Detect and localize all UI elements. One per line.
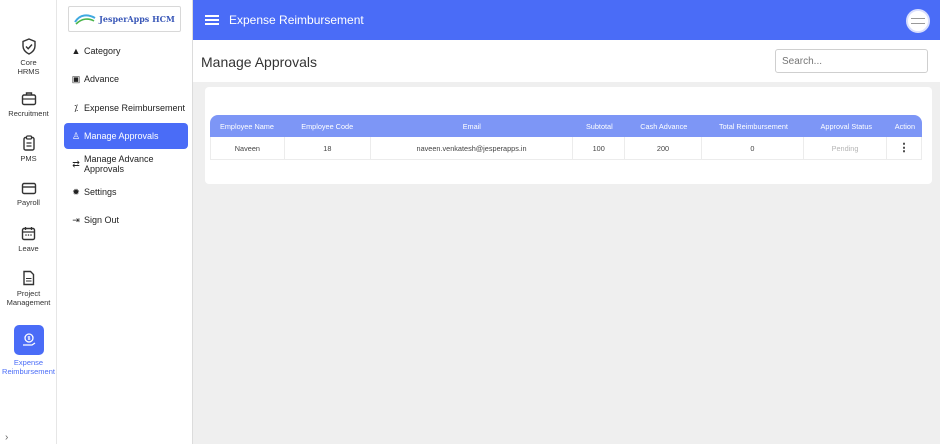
column-header: Cash Advance [640,121,688,131]
cell-email: naveen.venkatesh@jesperapps.in [371,137,574,159]
clipboard-icon [22,135,35,151]
table-header: Employee Name Employee Code Email Subtot… [210,115,922,137]
column-header: Email [462,121,481,131]
more-actions-icon[interactable]: ⋮ [898,143,909,154]
document-icon [23,270,35,286]
menu-item-category[interactable]: ▲ Category [64,39,188,63]
top-bar: Expense Reimbursement [193,0,940,40]
column-header: Employee Name [219,121,274,131]
menu-item-manage-approvals[interactable]: ♙ Manage Approvals [64,123,188,149]
table-row: Naveen 18 naveen.venkatesh@jesperapps.in… [210,137,922,160]
menu-item-label: Manage Approvals [84,131,159,141]
gear-icon: ✹ [72,186,80,197]
rail-item-expense-reimbursement[interactable]: Expense Reimbursement [0,325,57,376]
rail-item-project-management[interactable]: Project Management [0,270,57,307]
menu-item-label: Manage Advance Approvals [84,154,154,174]
calendar-icon [21,227,36,241]
rail-label: Expense Reimbursement [2,358,55,376]
wallet-icon: ▣ [71,73,81,84]
menu-item-sign-out[interactable]: ⇥ Sign Out [64,208,188,232]
expand-chevron-icon[interactable]: › [5,432,8,443]
column-header: Total Reimbursement [718,121,788,131]
column-header: Employee Code [301,121,354,131]
rail-label: Payroll [17,198,40,207]
approvals-table: Employee Name Employee Code Email Subtot… [210,115,922,160]
menu-item-label: Advance [84,74,120,84]
page-header: Manage Approvals [193,40,940,82]
menu-item-label: Settings [84,187,117,197]
menu-item-label: Category [84,46,121,56]
menu-item-label: Sign Out [84,215,120,225]
shapes-icon: ▲ [71,46,81,56]
menu-item-advance[interactable]: ▣ Advance [64,67,188,91]
sign-out-icon: ⇥ [72,214,80,225]
module-menu: JesperApps HCM ▲ Category ▣ Advance ⁒ Ex… [57,0,193,444]
topbar-title: Expense Reimbursement [229,13,364,27]
menu-item-label: Expense Reimbursement [84,103,186,113]
active-module-tile [13,325,44,355]
cell-employee-code: 18 [285,137,372,159]
rail-label: Recruitment [8,109,49,118]
credit-card-icon [21,182,36,195]
module-rail: Core HRMS Recruitment PMS Payroll Leave … [0,0,57,444]
menu-item-expense-reimbursement[interactable]: ⁒ Expense Reimbursement [64,96,188,120]
cell-cash-advance: 200 [625,137,702,159]
logo-swoosh-icon [74,14,96,25]
briefcase-icon [21,92,36,106]
app-logo: JesperApps HCM [68,6,181,32]
search-input[interactable] [775,49,928,73]
avatar[interactable] [906,9,930,33]
rail-label: Core HRMS [17,58,40,76]
menu-item-manage-advance-approvals[interactable]: ⇄ Manage Advance Approvals [64,151,188,177]
column-header: Subtotal [585,121,613,131]
rail-item-core-hrms[interactable]: Core HRMS [0,38,57,76]
rail-item-leave[interactable]: Leave [0,226,57,253]
logo-text: JesperApps HCM [99,14,175,24]
hamburger-menu-icon[interactable] [205,13,219,27]
rail-label: Project Management [6,289,51,307]
page-title: Manage Approvals [201,54,317,70]
rail-item-recruitment[interactable]: Recruitment [0,91,57,118]
approvals-card: Employee Name Employee Code Email Subtot… [205,87,932,184]
column-header: Approval Status [820,121,873,131]
exchange-icon: ⇄ [72,158,80,169]
percent-icon: ⁒ [73,102,79,113]
cell-subtotal: 100 [573,137,626,159]
cell-employee-name: Naveen [211,137,285,159]
shield-check-icon [21,38,36,55]
rail-label: Leave [18,244,39,253]
menu-item-settings[interactable]: ✹ Settings [64,180,188,204]
user-icon: ♙ [71,130,81,141]
rail-item-payroll[interactable]: Payroll [0,182,57,207]
rail-item-pms[interactable]: PMS [0,135,57,163]
avatar-logo-icon [911,18,925,24]
status-badge: Pending [804,137,887,159]
column-header: Action [894,121,916,131]
rail-label: PMS [20,154,37,163]
expense-hand-icon [22,333,35,346]
cell-total-reimbursement: 0 [702,137,805,159]
